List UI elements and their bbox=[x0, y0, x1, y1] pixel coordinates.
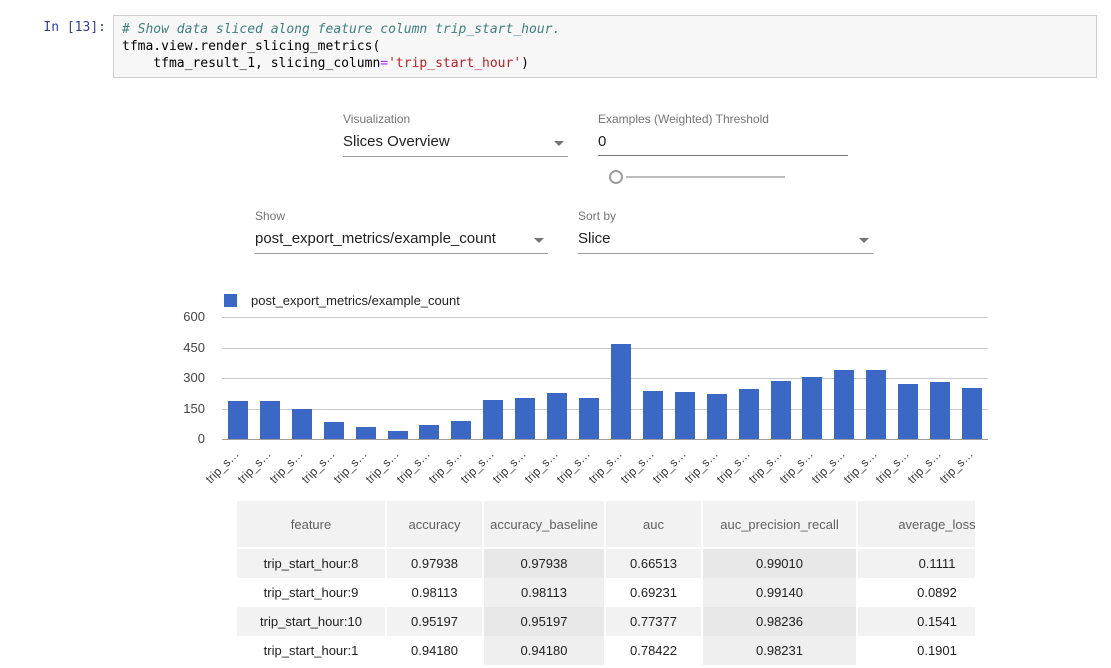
bar[interactable] bbox=[898, 384, 918, 439]
table-cell: 0.1111 bbox=[858, 549, 975, 578]
sort-by-select[interactable]: Sort by Slice bbox=[578, 209, 873, 254]
table-cell: trip_start_hour:8 bbox=[237, 549, 387, 578]
threshold-slider[interactable] bbox=[609, 170, 785, 184]
slider-knob[interactable] bbox=[609, 170, 623, 184]
bar[interactable] bbox=[419, 425, 439, 439]
bar[interactable] bbox=[228, 401, 248, 439]
bar[interactable] bbox=[324, 422, 344, 439]
y-axis-tick: 300 bbox=[160, 370, 205, 385]
slider-track bbox=[626, 176, 785, 178]
bar[interactable] bbox=[292, 409, 312, 439]
code-line: tfma_result_1, slicing_column='trip_star… bbox=[122, 55, 1088, 72]
bar-chart: 0150300450600trip_s…trip_s…trip_s…trip_s… bbox=[160, 290, 1005, 480]
table-cell: 0.0892 bbox=[858, 578, 975, 607]
chevron-down-icon bbox=[859, 238, 869, 243]
column-header[interactable]: auc bbox=[606, 501, 703, 549]
plot-area bbox=[222, 317, 988, 439]
chevron-down-icon bbox=[554, 141, 564, 146]
show-value: post_export_metrics/example_count bbox=[255, 230, 496, 247]
cell-prompt: In [13]: bbox=[22, 20, 106, 35]
table-cell: 0.1901 bbox=[858, 636, 975, 665]
show-label: Show bbox=[255, 209, 548, 223]
table-row: trip_start_hour:100.951970.951970.773770… bbox=[237, 607, 975, 636]
table-cell: 0.78422 bbox=[606, 636, 703, 665]
column-header[interactable]: average_loss bbox=[858, 501, 975, 549]
table-cell: 0.94180 bbox=[387, 636, 484, 665]
visualization-select[interactable]: Visualization Slices Overview bbox=[343, 112, 568, 157]
bar[interactable] bbox=[866, 370, 886, 439]
threshold-label: Examples (Weighted) Threshold bbox=[598, 112, 848, 126]
table-cell: 0.94180 bbox=[484, 636, 606, 665]
metrics-table: featureaccuracyaccuracy_baselineaucauc_p… bbox=[237, 501, 975, 668]
column-header[interactable]: accuracy bbox=[387, 501, 484, 549]
table-cell: 0.66513 bbox=[606, 549, 703, 578]
bar[interactable] bbox=[771, 381, 791, 439]
chevron-down-icon bbox=[534, 238, 544, 243]
table-cell: 0.98236 bbox=[703, 607, 858, 636]
table-cell: trip_start_hour:10 bbox=[237, 607, 387, 636]
bar[interactable] bbox=[834, 370, 854, 439]
code-cell[interactable]: # Show data sliced along feature column … bbox=[113, 15, 1097, 78]
sort-by-value: Slice bbox=[578, 230, 611, 247]
code-line: # Show data sliced along feature column … bbox=[122, 21, 1088, 38]
table-cell: 0.98113 bbox=[484, 578, 606, 607]
y-axis-tick: 150 bbox=[160, 401, 205, 416]
bar[interactable] bbox=[260, 401, 280, 439]
table-cell: 0.99010 bbox=[703, 549, 858, 578]
table-cell: trip_start_hour:9 bbox=[237, 578, 387, 607]
gridline bbox=[222, 439, 988, 440]
sort-by-label: Sort by bbox=[578, 209, 873, 223]
visualization-label: Visualization bbox=[343, 112, 568, 126]
bar[interactable] bbox=[611, 344, 631, 439]
table-cell: 0.95197 bbox=[484, 607, 606, 636]
column-header[interactable]: auc_precision_recall bbox=[703, 501, 858, 549]
y-axis-tick: 0 bbox=[160, 431, 205, 446]
table-row: trip_start_hour:10.941800.941800.784220.… bbox=[237, 636, 975, 665]
bar[interactable] bbox=[707, 394, 727, 439]
code-string: 'trip_start_hour' bbox=[388, 56, 521, 71]
table-cell: 0.98113 bbox=[387, 578, 484, 607]
y-axis-tick: 600 bbox=[160, 309, 205, 324]
table-row: trip_start_hour:80.979380.979380.665130.… bbox=[237, 549, 975, 578]
equals-operator: = bbox=[380, 56, 388, 71]
table-cell: 0.99140 bbox=[703, 578, 858, 607]
visualization-value: Slices Overview bbox=[343, 133, 450, 150]
bar[interactable] bbox=[547, 393, 567, 439]
bar[interactable] bbox=[388, 431, 408, 439]
bar[interactable] bbox=[515, 398, 535, 439]
bar[interactable] bbox=[643, 391, 663, 439]
table-cell: 0.95197 bbox=[387, 607, 484, 636]
table-cell: 0.97938 bbox=[484, 549, 606, 578]
y-axis-tick: 450 bbox=[160, 340, 205, 355]
bar[interactable] bbox=[739, 389, 759, 439]
gridline bbox=[222, 348, 988, 349]
bar[interactable] bbox=[579, 398, 599, 439]
show-metric-select[interactable]: Show post_export_metrics/example_count bbox=[255, 209, 548, 254]
table-cell: 0.97938 bbox=[387, 549, 484, 578]
threshold-field: Examples (Weighted) Threshold bbox=[598, 112, 848, 156]
notebook-page: In [13]: # Show data sliced along featur… bbox=[0, 0, 1111, 668]
code-comment: # Show data sliced along feature column … bbox=[122, 22, 560, 37]
bar[interactable] bbox=[802, 377, 822, 439]
bar[interactable] bbox=[356, 427, 376, 439]
table-cell: 0.77377 bbox=[606, 607, 703, 636]
gridline bbox=[222, 317, 988, 318]
table-cell: 0.1541 bbox=[858, 607, 975, 636]
table-row: trip_start_hour:90.981130.981130.692310.… bbox=[237, 578, 975, 607]
bar[interactable] bbox=[483, 400, 503, 439]
bar[interactable] bbox=[451, 421, 471, 439]
code-line: tfma.view.render_slicing_metrics( bbox=[122, 38, 1088, 55]
column-header[interactable]: feature bbox=[237, 501, 387, 549]
table-cell: 0.98231 bbox=[703, 636, 858, 665]
table-cell: 0.69231 bbox=[606, 578, 703, 607]
column-header[interactable]: accuracy_baseline bbox=[484, 501, 606, 549]
bar[interactable] bbox=[675, 392, 695, 439]
table-header-row: featureaccuracyaccuracy_baselineaucauc_p… bbox=[237, 501, 975, 549]
bar[interactable] bbox=[962, 388, 982, 439]
bar[interactable] bbox=[930, 382, 950, 439]
threshold-input[interactable] bbox=[598, 131, 848, 156]
table-cell: trip_start_hour:1 bbox=[237, 636, 387, 665]
